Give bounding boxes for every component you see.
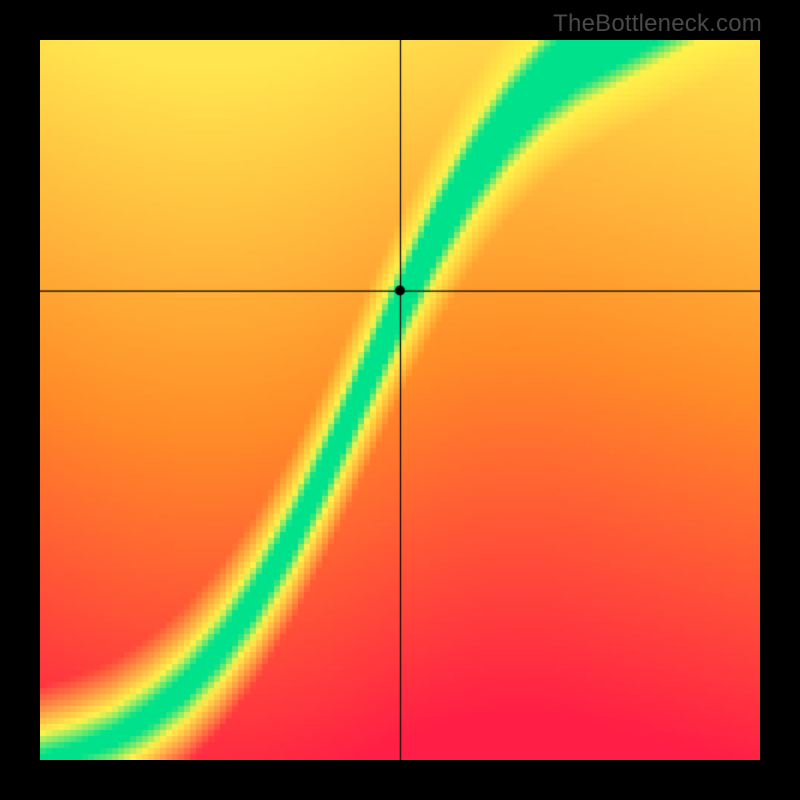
chart-stage: TheBottleneck.com — [0, 0, 800, 800]
bottleneck-heatmap — [40, 40, 760, 760]
watermark-text: TheBottleneck.com — [553, 10, 762, 38]
